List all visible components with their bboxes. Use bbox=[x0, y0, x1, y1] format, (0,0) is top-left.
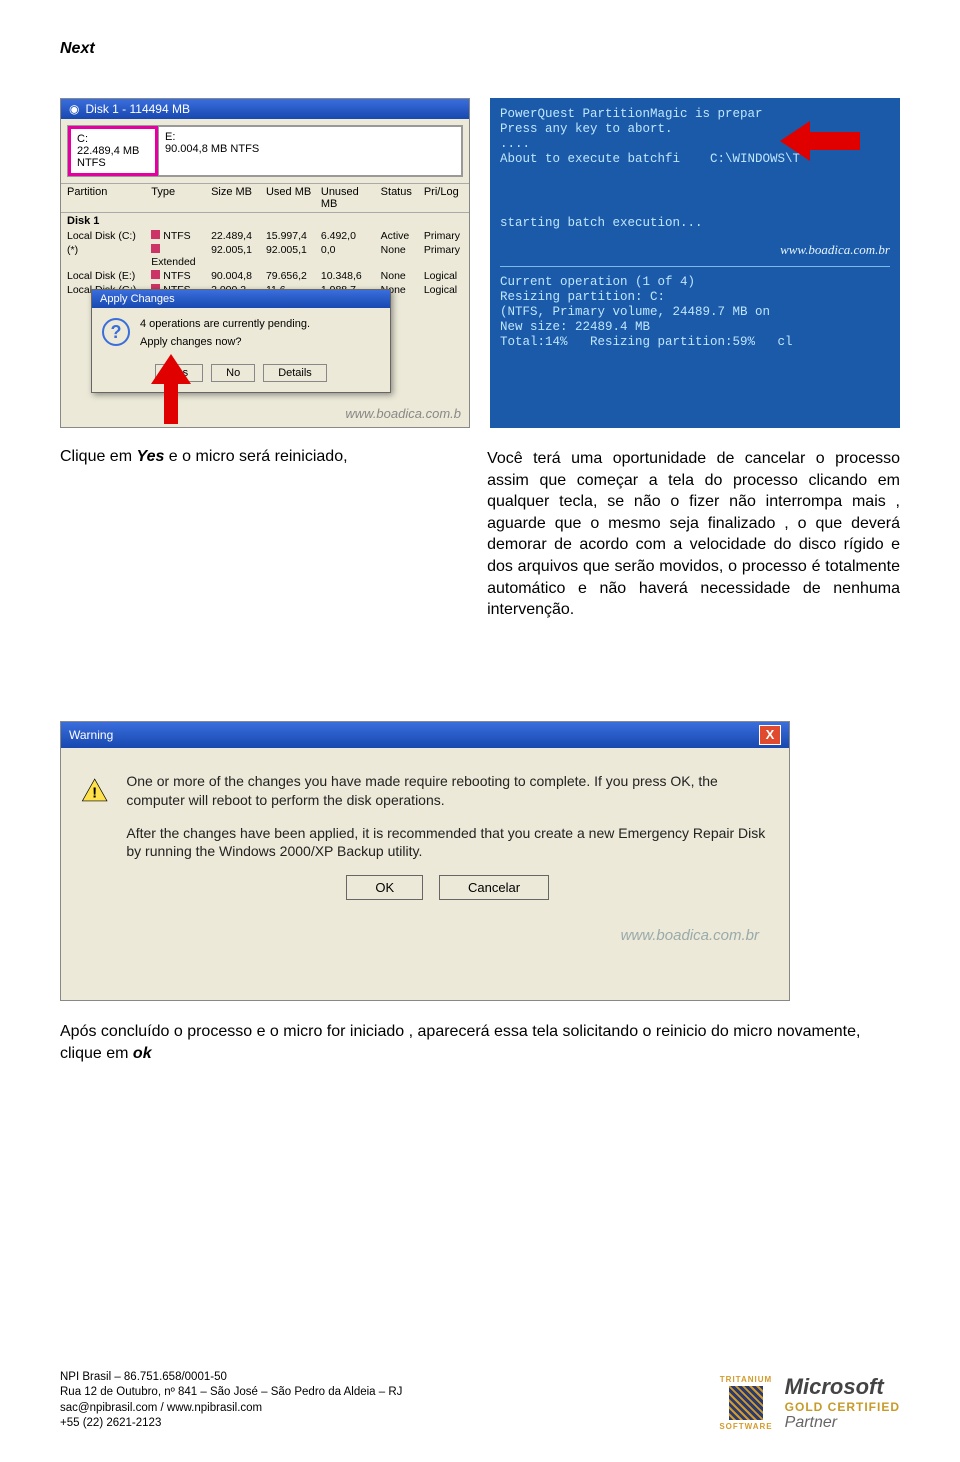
table-cell: 92.005,1 bbox=[211, 244, 260, 268]
software-label: SOFTWARE bbox=[719, 1422, 772, 1431]
ok-button[interactable]: OK bbox=[346, 875, 423, 900]
table-cell: 90.004,8 bbox=[211, 270, 260, 282]
dialog-line2: Apply changes now? bbox=[140, 336, 310, 348]
boot-screen: PowerQuest PartitionMagic is prepar Pres… bbox=[490, 98, 900, 428]
dialog-line1: 4 operations are currently pending. bbox=[140, 318, 310, 330]
close-icon[interactable]: X bbox=[759, 725, 781, 745]
tritanium-label: TRITANIUM bbox=[719, 1375, 772, 1384]
question-icon: ? bbox=[102, 318, 130, 346]
table-cell: Primary bbox=[424, 244, 463, 268]
boot-line: starting batch execution... bbox=[500, 216, 890, 230]
microsoft-wordmark: Microsoft bbox=[785, 1374, 900, 1400]
warning-titlebar: Warning X bbox=[61, 722, 789, 748]
warning-title: Warning bbox=[69, 728, 113, 742]
cancel-button[interactable]: Cancelar bbox=[439, 875, 549, 900]
col-type: Type bbox=[151, 186, 205, 210]
watermark: www.boadica.com.br bbox=[500, 242, 890, 258]
boot-line: Total:14% Resizing partition:59% cl bbox=[500, 335, 890, 349]
window-title: Disk 1 - 114494 MB bbox=[85, 102, 190, 116]
apply-changes-dialog: Apply Changes ? 4 operations are current… bbox=[91, 289, 391, 393]
table-cell: Primary bbox=[424, 230, 463, 242]
details-button[interactable]: Details bbox=[263, 364, 327, 382]
dialog-buttons: Yes No Details bbox=[92, 358, 390, 392]
col-unused: Unused MB bbox=[321, 186, 375, 210]
table-cell: 79.656,2 bbox=[266, 270, 315, 282]
col-status: Status bbox=[381, 186, 418, 210]
warning-dialog: Warning X ! One or more of the changes y… bbox=[60, 721, 790, 1001]
table-cell: None bbox=[381, 270, 418, 282]
table-cell: Local Disk (C:) bbox=[67, 230, 145, 242]
table-cell: 6.492,0 bbox=[321, 230, 375, 242]
table-cell: Logical bbox=[424, 270, 463, 282]
boot-line: Resizing partition: C: bbox=[500, 290, 890, 304]
col-used: Used MB bbox=[266, 186, 315, 210]
disk-icon: ◉ bbox=[69, 102, 79, 116]
after-em: ok bbox=[133, 1045, 152, 1062]
table-cell: 10.348,6 bbox=[321, 270, 375, 282]
svg-text:!: ! bbox=[92, 784, 97, 801]
table-cell: 22.489,4 bbox=[211, 230, 260, 242]
footer-logos: TRITANIUM SOFTWARE Microsoft GOLD CERTIF… bbox=[719, 1374, 900, 1432]
boot-line: New size: 22489.4 MB bbox=[500, 320, 890, 334]
footer-l1: NPI Brasil – 86.751.658/0001-50 bbox=[60, 1370, 402, 1386]
col-size: Size MB bbox=[211, 186, 260, 210]
footer-address: NPI Brasil – 86.751.658/0001-50 Rua 12 d… bbox=[60, 1370, 402, 1432]
no-button[interactable]: No bbox=[211, 364, 255, 382]
col-prilog: Pri/Log bbox=[424, 186, 463, 210]
caption-pre: Clique em bbox=[60, 448, 136, 465]
partition-c: C: 22.489,4 MB NTFS bbox=[68, 126, 158, 176]
page-header-next: Next bbox=[60, 40, 900, 58]
warning-text: One or more of the changes you have made… bbox=[126, 772, 769, 901]
red-arrow-icon bbox=[146, 354, 196, 424]
boot-line: (NTFS, Primary volume, 24489.7 MB on bbox=[500, 305, 890, 319]
footer-l3: sac@npibrasil.com / www.npibrasil.com bbox=[60, 1401, 402, 1417]
partitionmagic-window: ◉ Disk 1 - 114494 MB C: 22.489,4 MB NTFS… bbox=[60, 98, 470, 428]
caption-row: Clique em Yes e o micro será reiniciado,… bbox=[60, 448, 900, 621]
footer-l2: Rua 12 de Outubro, nº 841 – São José – S… bbox=[60, 1385, 402, 1401]
col-partition: Partition bbox=[67, 186, 145, 210]
partition-e: E: 90.004,8 MB NTFS bbox=[158, 126, 462, 176]
boot-line: Current operation (1 of 4) bbox=[500, 275, 890, 289]
table-cell: NTFS bbox=[151, 270, 205, 282]
caption-em: Yes bbox=[136, 448, 164, 465]
table-cell: Extended bbox=[151, 244, 205, 268]
table-cell: 92.005,1 bbox=[266, 244, 315, 268]
footer-l4: +55 (22) 2621-2123 bbox=[60, 1416, 402, 1432]
table-cell: 15.997,4 bbox=[266, 230, 315, 242]
tritanium-icon bbox=[729, 1386, 763, 1420]
left-caption: Clique em Yes e o micro será reiniciado, bbox=[60, 448, 463, 466]
screenshot-row: ◉ Disk 1 - 114494 MB C: 22.489,4 MB NTFS… bbox=[60, 98, 900, 428]
partition-bar: C: 22.489,4 MB NTFS E: 90.004,8 MB NTFS bbox=[67, 125, 463, 177]
table-cell: Local Disk (E:) bbox=[67, 270, 145, 282]
red-arrow-icon bbox=[780, 116, 860, 166]
disk-group: Disk 1 bbox=[61, 213, 469, 229]
warning-p2: After the changes have been applied, it … bbox=[126, 824, 769, 862]
table-cell: (*) bbox=[67, 244, 145, 268]
right-caption: Você terá uma oportunidade de cancelar o… bbox=[487, 448, 900, 621]
partition-table-header: Partition Type Size MB Used MB Unused MB… bbox=[61, 183, 469, 213]
table-cell: Logical bbox=[424, 284, 463, 296]
table-cell: Active bbox=[381, 230, 418, 242]
watermark: www.boadica.com.br bbox=[621, 927, 759, 944]
warning-p1: One or more of the changes you have made… bbox=[126, 772, 769, 810]
table-cell: 0,0 bbox=[321, 244, 375, 268]
gold-certified-label: GOLD CERTIFIED bbox=[785, 1400, 900, 1414]
partner-label: Partner bbox=[785, 1414, 900, 1432]
warning-icon: ! bbox=[81, 772, 108, 808]
dialog-text: 4 operations are currently pending. Appl… bbox=[140, 318, 310, 348]
page-footer: NPI Brasil – 86.751.658/0001-50 Rua 12 d… bbox=[60, 1370, 900, 1432]
table-cell: None bbox=[381, 244, 418, 268]
warning-buttons: OK Cancelar bbox=[126, 875, 769, 900]
microsoft-partner-logo: Microsoft GOLD CERTIFIED Partner bbox=[785, 1374, 900, 1432]
caption-post: e o micro será reiniciado, bbox=[164, 448, 347, 465]
after-paragraph: Após concluído o processo e o micro for … bbox=[60, 1021, 890, 1066]
divider bbox=[500, 266, 890, 267]
partition-rows: Local Disk (C:) NTFS 22.489,4 15.997,4 6.492… bbox=[61, 229, 469, 297]
window-titlebar: ◉ Disk 1 - 114494 MB bbox=[61, 99, 469, 119]
table-cell: NTFS bbox=[151, 230, 205, 242]
watermark: www.boadica.com.b bbox=[345, 406, 461, 421]
dialog-titlebar: Apply Changes bbox=[92, 290, 390, 308]
after-pre: Após concluído o processo e o micro for … bbox=[60, 1023, 860, 1062]
tritanium-logo: TRITANIUM SOFTWARE bbox=[719, 1375, 772, 1431]
